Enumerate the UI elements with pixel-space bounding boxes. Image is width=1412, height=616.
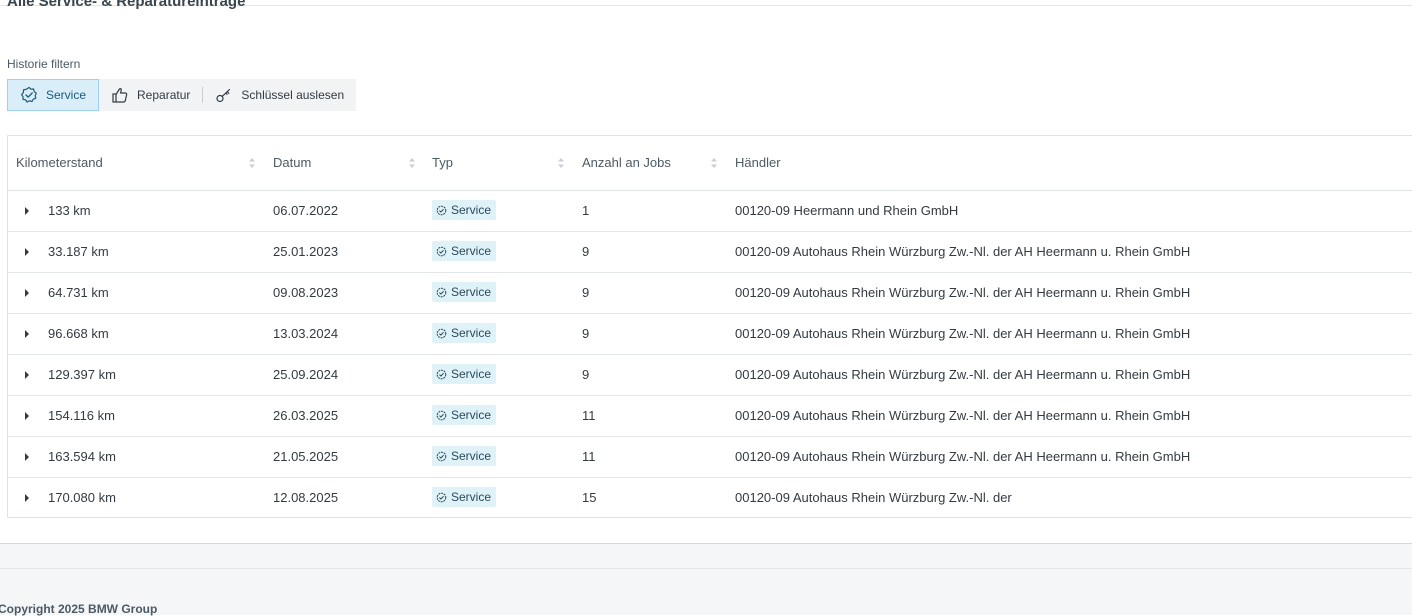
cell-kilometerstand: 33.187 km [48,244,109,259]
service-badge-icon [436,287,447,297]
sort-icon[interactable] [408,157,416,169]
filter-label: Historie filtern [7,57,81,71]
service-badge-icon [436,205,447,215]
expand-caret-icon[interactable] [24,288,30,298]
service-badge-icon [436,492,447,502]
table-row[interactable]: 133 km 06.07.2022 Service 1 00120-09 Hee… [8,191,1412,232]
page-footer: Copyright 2025 BMW Group [0,543,1412,616]
cell-anzahl-jobs: 9 [582,326,590,341]
cell-kilometerstand: 163.594 km [48,449,116,464]
sort-icon[interactable] [557,157,565,169]
expand-caret-icon[interactable] [24,452,30,462]
filter-service-button[interactable]: Service [7,79,100,111]
service-badge-icon [436,246,447,256]
thumbs-up-icon [112,88,128,103]
page-title: Alle Service- & Reparatureinträge [7,0,246,10]
cell-datum: 26.03.2025 [273,408,339,423]
expand-caret-icon[interactable] [24,247,30,257]
type-badge-label: Service [451,449,492,463]
cell-haendler: 00120-09 Autohaus Rhein Würzburg Zw.-Nl.… [735,449,1191,464]
expand-caret-icon[interactable] [24,493,30,503]
footer-divider [0,568,1412,569]
type-badge-label: Service [451,326,492,340]
service-history-table: Kilometerstand Datum Typ Anzahl an Jobs … [7,135,1412,518]
expand-caret-icon[interactable] [24,411,30,421]
table-row[interactable]: 33.187 km 25.01.2023 Service 9 00120-09 … [8,232,1412,273]
type-badge-label: Service [451,244,492,258]
cell-anzahl-jobs: 9 [582,367,590,382]
type-badge-label: Service [451,285,492,299]
cell-haendler: 00120-09 Autohaus Rhein Würzburg Zw.-Nl.… [735,244,1191,259]
cell-haendler: 00120-09 Autohaus Rhein Würzburg Zw.-Nl.… [735,326,1191,341]
service-badge-icon [21,86,37,103]
cell-datum: 06.07.2022 [273,203,339,218]
table-row[interactable]: 64.731 km 09.08.2023 Service 9 00120-09 … [8,273,1412,314]
cell-kilometerstand: 129.397 km [48,367,116,382]
cell-anzahl-jobs: 1 [582,203,590,218]
history-filter-group: Service Reparatur Schlüssel auslesen [7,79,357,111]
cell-haendler: 00120-09 Autohaus Rhein Würzburg Zw.-Nl.… [735,408,1191,423]
sort-icon[interactable] [248,157,256,169]
filter-schluessel-label: Schlüssel auslesen [241,88,345,102]
type-badge: Service [432,200,497,220]
service-badge-icon [436,451,447,461]
type-badge-label: Service [451,408,492,422]
filter-schluessel-button[interactable]: Schlüssel auslesen [203,79,356,111]
table-row[interactable]: 163.594 km 21.05.2025 Service 11 00120-0… [8,437,1412,478]
type-badge: Service [432,323,497,343]
cell-datum: 13.03.2024 [273,326,339,341]
type-badge: Service [432,405,497,425]
cell-haendler: 00120-09 Heermann und Rhein GmbH [735,203,959,218]
sort-icon[interactable] [710,157,718,169]
cell-datum: 21.05.2025 [273,449,339,464]
table-header: Kilometerstand Datum Typ Anzahl an Jobs … [8,136,1412,191]
table-row[interactable]: 129.397 km 25.09.2024 Service 9 00120-09… [8,355,1412,396]
cell-haendler: 00120-09 Autohaus Rhein Würzburg Zw.-Nl.… [735,490,1012,505]
cell-kilometerstand: 170.080 km [48,490,116,505]
cell-anzahl-jobs: 15 [582,490,597,505]
service-badge-icon [436,369,447,379]
column-header-anzahl-jobs[interactable]: Anzahl an Jobs [582,136,671,190]
cell-haendler: 00120-09 Autohaus Rhein Würzburg Zw.-Nl.… [735,285,1191,300]
expand-caret-icon[interactable] [24,370,30,380]
table-row[interactable]: 170.080 km 12.08.2025 Service 15 00120-0… [8,478,1412,519]
type-badge: Service [432,487,497,507]
type-badge: Service [432,282,497,302]
cell-kilometerstand: 133 km [48,203,91,218]
cell-haendler: 00120-09 Autohaus Rhein Würzburg Zw.-Nl.… [735,367,1191,382]
cell-datum: 09.08.2023 [273,285,339,300]
key-icon [216,88,231,103]
column-header-typ[interactable]: Typ [432,136,453,190]
cell-datum: 25.01.2023 [273,244,339,259]
filter-reparatur-button[interactable]: Reparatur [99,79,202,111]
type-badge-label: Service [451,203,492,217]
cell-kilometerstand: 64.731 km [48,285,109,300]
table-row[interactable]: 96.668 km 13.03.2024 Service 9 00120-09 … [8,314,1412,355]
expand-caret-icon[interactable] [24,329,30,339]
cell-anzahl-jobs: 11 [582,449,596,464]
cell-datum: 25.09.2024 [273,367,339,382]
service-badge-icon [436,410,447,420]
cell-anzahl-jobs: 9 [582,244,590,259]
service-badge-icon [436,328,447,338]
filter-service-label: Service [46,88,87,102]
type-badge: Service [432,364,497,384]
expand-caret-icon[interactable] [24,206,30,216]
cell-anzahl-jobs: 11 [582,408,596,423]
table-row[interactable]: 154.116 km 26.03.2025 Service 11 00120-0… [8,396,1412,437]
cell-kilometerstand: 154.116 km [48,408,115,423]
type-badge: Service [432,446,497,466]
type-badge-label: Service [451,490,492,504]
column-header-datum[interactable]: Datum [273,136,311,190]
type-badge: Service [432,241,497,261]
filter-reparatur-label: Reparatur [137,88,191,102]
column-header-haendler[interactable]: Händler [735,136,781,190]
cell-kilometerstand: 96.668 km [48,326,109,341]
column-header-kilometerstand[interactable]: Kilometerstand [16,136,103,190]
cell-anzahl-jobs: 9 [582,285,590,300]
cell-datum: 12.08.2025 [273,490,339,505]
type-badge-label: Service [451,367,492,381]
